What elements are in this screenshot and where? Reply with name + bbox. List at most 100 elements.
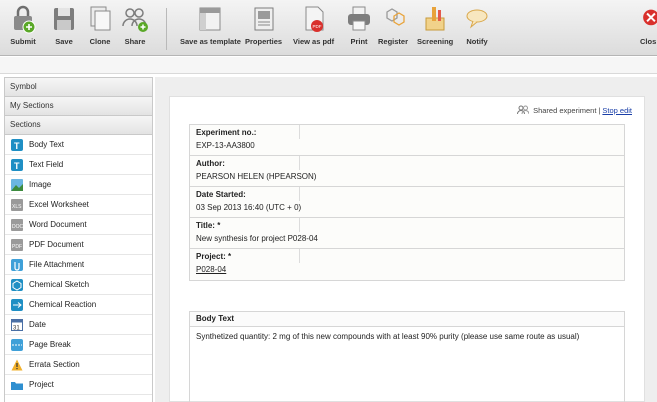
toolbar: Submit Save Clone Share Save as template… [0,0,657,56]
properties-icon [254,7,274,31]
save-as-template-button[interactable]: Save as template [180,4,241,46]
meta-row-experiment-no: Experiment no.: EXP-13-AA3800 [190,125,624,156]
sidebar-item-label: Body Text [29,140,64,149]
file-attachment-icon [11,258,23,271]
sidebar-item-project[interactable]: Project [5,375,152,395]
floppy-disk-icon [54,8,74,30]
sidebar-item-label: Date [29,320,46,329]
page-break-icon [11,338,23,351]
sidebar-item-errata-section[interactable]: Errata Section [5,355,152,375]
sidebar-item-label: Word Document [29,220,87,229]
close-button[interactable]: Clos [640,4,657,46]
date-started-value: 03 Sep 2013 16:40 (UTC + 0) [196,203,302,212]
shared-status: Shared experiment | Stop edit [517,105,632,116]
sidebar: Symbol My Sections Sections T Body Text … [4,77,153,402]
register-button[interactable]: Register [378,4,408,46]
experiment-metadata: Experiment no.: EXP-13-AA3800 Author: PE… [189,124,625,281]
author-value: PEARSON HELEN (HPEARSON) [196,172,317,181]
body-text-content[interactable]: Synthetized quantity: 2 mg of this new c… [190,327,624,346]
word-document-icon: DOC [11,218,23,231]
share-button[interactable]: Share [121,4,149,46]
lock-submit-icon [14,5,36,34]
notify-bubble-icon [466,9,488,29]
svg-text:DOC: DOC [12,224,23,230]
close-icon [643,9,657,26]
sidebar-item-chemical-reaction[interactable]: Chemical Reaction [5,295,152,315]
field-label: Title: * [196,221,221,230]
svg-text:31: 31 [13,325,20,331]
sidebar-item-file-attachment[interactable]: File Attachment [5,255,152,275]
svg-text:PDF: PDF [312,24,321,29]
sidebar-item-label: Page Break [29,340,71,349]
screening-icon [425,7,445,31]
sidebar-item-word-document[interactable]: DOC Word Document [5,215,152,235]
shared-experiment-label: Shared experiment [533,106,597,115]
sidebar-item-excel-worksheet[interactable]: XLS Excel Worksheet [5,195,152,215]
meta-row-project[interactable]: Project: * P028-04 [190,249,624,280]
title-value[interactable]: New synthesis for project P028-04 [196,234,318,243]
sidebar-item-pdf-document[interactable]: PDF PDF Document [5,235,152,255]
sidebar-item-label: Excel Worksheet [29,200,89,209]
chemical-sketch-icon [11,278,23,291]
calendar-date-icon: 31 [11,318,23,331]
field-label: Experiment no.: [196,128,257,137]
sidebar-item-label: File Attachment [29,260,85,269]
sidebar-item-body-text[interactable]: T Body Text [5,135,152,155]
project-link[interactable]: P028-04 [196,265,226,274]
svg-text:T: T [14,161,20,171]
meta-row-date-started: Date Started: 03 Sep 2013 16:40 (UTC + 0… [190,187,624,218]
clone-document-icon [90,6,111,31]
image-icon [11,178,23,191]
sidebar-item-text-field[interactable]: T Text Field [5,155,152,175]
sidebar-header-symbol[interactable]: Symbol [5,78,152,97]
svg-text:PDF: PDF [12,244,22,250]
shared-users-icon [517,105,530,116]
excel-worksheet-icon: XLS [11,198,23,211]
body-text-icon: T [11,138,23,151]
experiment-number-value: EXP-13-AA3800 [196,141,255,150]
chemical-reaction-icon [11,298,23,311]
warning-icon [11,359,23,371]
svg-text:XLS: XLS [12,204,22,210]
field-label: Author: [196,159,225,168]
notify-button[interactable]: Notify [463,4,491,46]
experiment-sheet: Shared experiment | Stop edit Experiment… [169,96,645,402]
field-label: Date Started: [196,190,246,199]
screening-button[interactable]: Screening [417,4,453,46]
sidebar-item-label: Chemical Sketch [29,280,90,289]
sidebar-header-sections[interactable]: Sections [5,116,152,135]
save-button[interactable]: Save [50,4,78,46]
shared-separator: | [598,106,601,115]
meta-row-author: Author: PEARSON HELEN (HPEARSON) [190,156,624,187]
sidebar-item-label: Project [29,380,54,389]
body-text-section[interactable]: Body Text Synthetized quantity: 2 mg of … [189,311,625,402]
main-content: Shared experiment | Stop edit Experiment… [155,77,657,402]
sidebar-item-label: Image [29,180,52,189]
sidebar-item-image[interactable]: Image [5,175,152,195]
toolbar-separator [166,8,167,50]
meta-row-title[interactable]: Title: * New synthesis for project P028-… [190,218,624,249]
properties-button[interactable]: Properties [245,4,282,46]
sidebar-header-my-sections[interactable]: My Sections [5,97,152,116]
submit-button[interactable]: Submit [9,4,37,46]
column-divider [299,156,300,170]
column-divider [299,125,300,139]
register-icon [386,8,405,26]
printer-icon [348,6,370,31]
column-divider [299,187,300,201]
print-button[interactable]: Print [345,4,373,46]
sidebar-item-date[interactable]: 31 Date [5,315,152,335]
sub-toolbar [0,57,657,74]
sidebar-item-chemical-sketch[interactable]: Chemical Sketch [5,275,152,295]
sidebar-item-label: Errata Section [29,360,80,369]
sidebar-item-label: PDF Document [29,240,84,249]
template-icon [199,7,221,31]
stop-edit-link[interactable]: Stop edit [602,106,632,115]
body-text-header: Body Text [190,312,624,327]
clone-button[interactable]: Clone [86,4,114,46]
share-users-icon [122,8,148,32]
sidebar-item-label: Text Field [29,160,64,169]
view-as-pdf-button[interactable]: PDF View as pdf [293,4,334,46]
folder-icon [11,379,23,391]
sidebar-item-page-break[interactable]: Page Break [5,335,152,355]
